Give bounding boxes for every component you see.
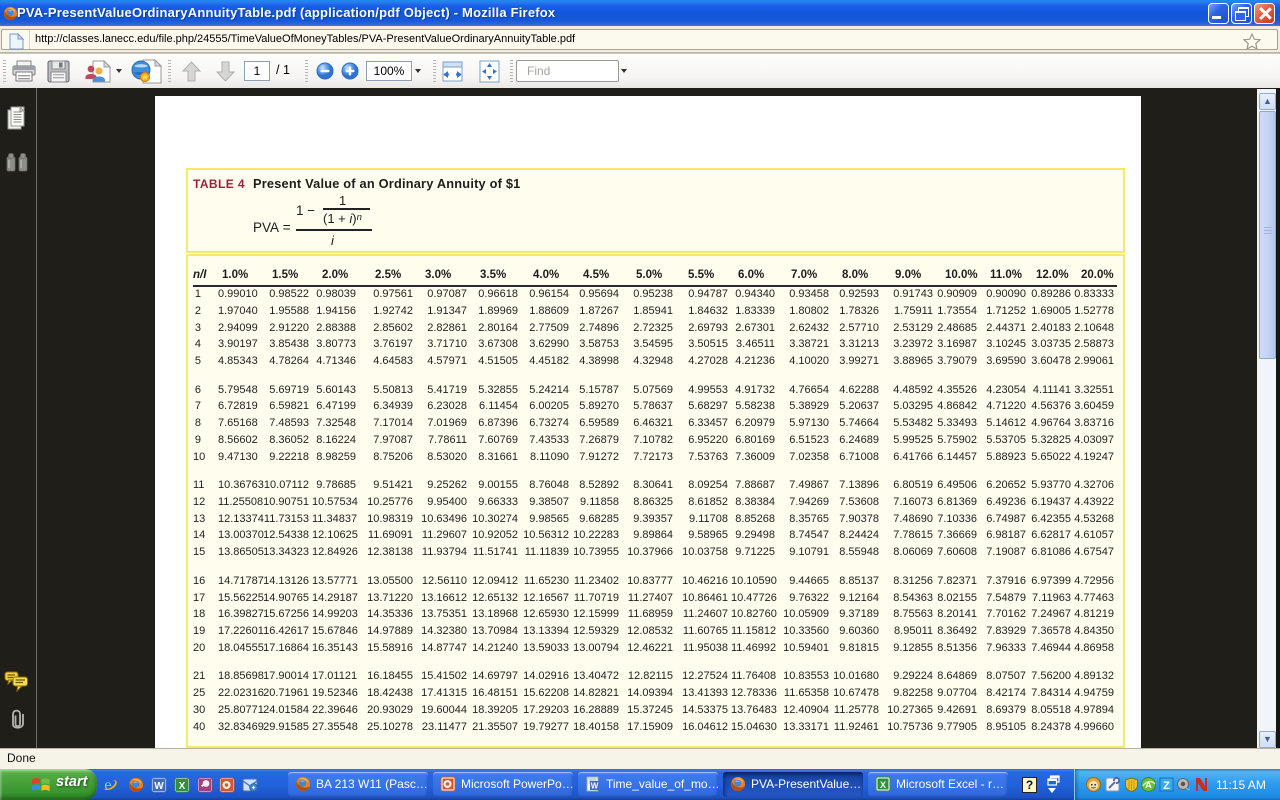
svg-text:W: W (591, 782, 599, 791)
svg-text:A: A (1145, 780, 1152, 790)
svg-text:e: e (104, 778, 112, 793)
svg-text:X: X (880, 780, 886, 790)
svg-text:Z: Z (1163, 780, 1170, 792)
svg-text:W: W (154, 781, 164, 792)
svg-text:X: X (179, 781, 186, 792)
